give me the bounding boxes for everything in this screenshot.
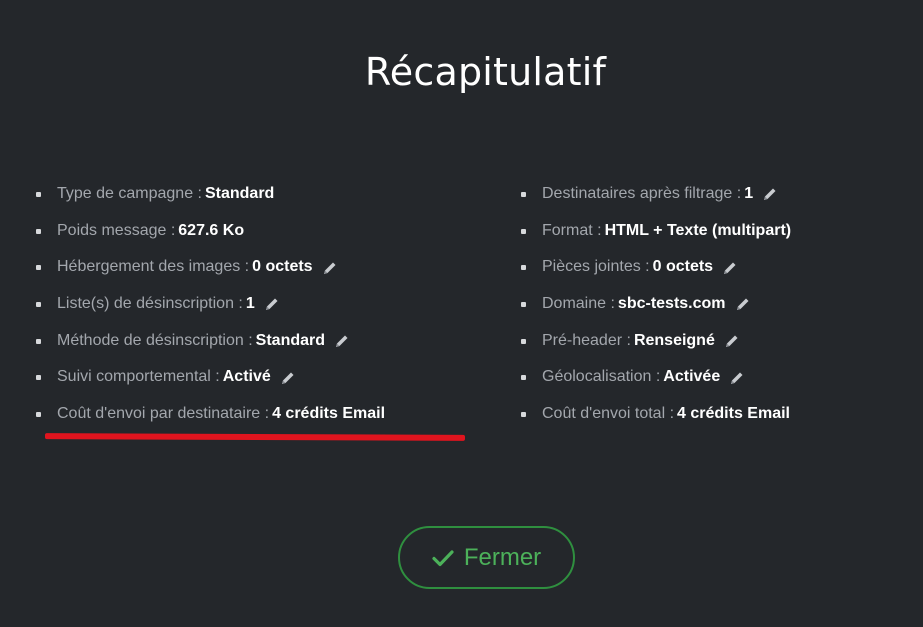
- summary-item-message-weight: Poids message : 627.6 Ko: [36, 213, 385, 250]
- summary-label: Domaine: [542, 295, 607, 313]
- summary-item-domain: Domaine : sbc-tests.com: [521, 286, 791, 323]
- summary-item-filtered-recipients: Destinataires après filtrage : 1: [521, 176, 791, 213]
- summary-label: Hébergement des images: [57, 258, 241, 276]
- pencil-icon[interactable]: [729, 370, 745, 386]
- summary-item-attachments: Pièces jointes : 0 octets: [521, 249, 791, 286]
- summary-label: Coût d'envoi total: [542, 405, 666, 423]
- pencil-icon[interactable]: [322, 260, 338, 276]
- summary-value: Activé: [222, 368, 271, 386]
- summary-value: 1: [245, 295, 255, 313]
- summary-label: Suivi comportemental: [57, 368, 211, 386]
- bullet: [36, 301, 41, 307]
- summary-label: Poids message: [57, 221, 167, 239]
- summary-value: HTML + Texte (multipart): [604, 221, 792, 239]
- summary-item-geolocation: Géolocalisation : Activée: [521, 359, 791, 396]
- bullet: [36, 411, 41, 417]
- pencil-icon[interactable]: [735, 296, 751, 312]
- summary-right-column: Destinataires après filtrage : 1 Format …: [521, 176, 791, 433]
- summary-value: Renseigné: [633, 331, 715, 349]
- bullet: [36, 265, 41, 271]
- bullet: [521, 411, 526, 417]
- summary-item-behavior-tracking: Suivi comportemental : Activé: [36, 359, 385, 396]
- bullet: [521, 375, 526, 381]
- pencil-icon[interactable]: [722, 260, 738, 276]
- summary-label: Format: [542, 221, 593, 239]
- summary-item-unsubscribe-lists: Liste(s) de désinscription : 1: [36, 286, 385, 323]
- bullet: [36, 228, 41, 234]
- summary-label: Type de campagne: [57, 185, 194, 202]
- pencil-icon[interactable]: [280, 370, 296, 386]
- close-button-label: Fermer: [463, 543, 542, 571]
- bullet: [521, 228, 526, 234]
- summary-value: 0 octets: [652, 258, 714, 276]
- summary-value: 4 crédits Email: [272, 405, 386, 423]
- bullet: [521, 265, 526, 271]
- summary-value: Standard: [204, 185, 275, 202]
- check-icon: [432, 549, 454, 567]
- summary-label: Pré-header: [542, 331, 623, 349]
- summary-item-campaign-type: Type de campagne : Standard: [36, 176, 385, 213]
- highlight-underline: [44, 433, 466, 441]
- close-button[interactable]: Fermer: [398, 526, 575, 589]
- bullet: [36, 338, 41, 344]
- bullet: [521, 338, 526, 344]
- summary-item-cost-per-recipient: Coût d'envoi par destinataire : 4 crédit…: [36, 396, 385, 433]
- summary-label: Destinataires après filtrage: [542, 185, 733, 202]
- summary-label: Liste(s) de désinscription: [57, 295, 234, 313]
- pencil-icon[interactable]: [762, 186, 778, 202]
- summary-value: 4 crédits Email: [677, 405, 790, 423]
- summary-dialog: Récapitulatif Type de campagne : Standar…: [0, 0, 923, 627]
- pencil-icon[interactable]: [264, 296, 280, 312]
- summary-value: Standard: [255, 331, 326, 349]
- bullet: [36, 375, 41, 381]
- summary-value: 0 octets: [252, 258, 313, 276]
- summary-item-unsubscribe-method: Méthode de désinscription : Standard: [36, 323, 385, 360]
- summary-item-preheader: Pré-header : Renseigné: [521, 323, 791, 360]
- summary-label: Géolocalisation: [542, 368, 652, 386]
- pencil-icon[interactable]: [334, 333, 350, 349]
- summary-left-column: Type de campagne : Standard Poids messag…: [36, 176, 385, 433]
- bullet: [36, 191, 41, 197]
- summary-label: Coût d'envoi par destinataire: [57, 405, 261, 423]
- dialog-title: Récapitulatif: [364, 50, 607, 94]
- pencil-icon[interactable]: [724, 333, 740, 349]
- summary-item-total-cost: Coût d'envoi total : 4 crédits Email: [521, 396, 791, 433]
- summary-value: 1: [744, 185, 754, 202]
- summary-item-format: Format : HTML + Texte (multipart): [521, 213, 791, 250]
- summary-label: Pièces jointes: [542, 258, 641, 276]
- bullet: [521, 191, 526, 197]
- summary-label: Méthode de désinscription: [57, 331, 244, 349]
- summary-value: sbc-tests.com: [617, 295, 726, 313]
- summary-value: 627.6 Ko: [178, 221, 245, 239]
- bullet: [521, 301, 526, 307]
- summary-value: Activée: [663, 368, 721, 386]
- summary-item-image-hosting: Hébergement des images : 0 octets: [36, 249, 385, 286]
